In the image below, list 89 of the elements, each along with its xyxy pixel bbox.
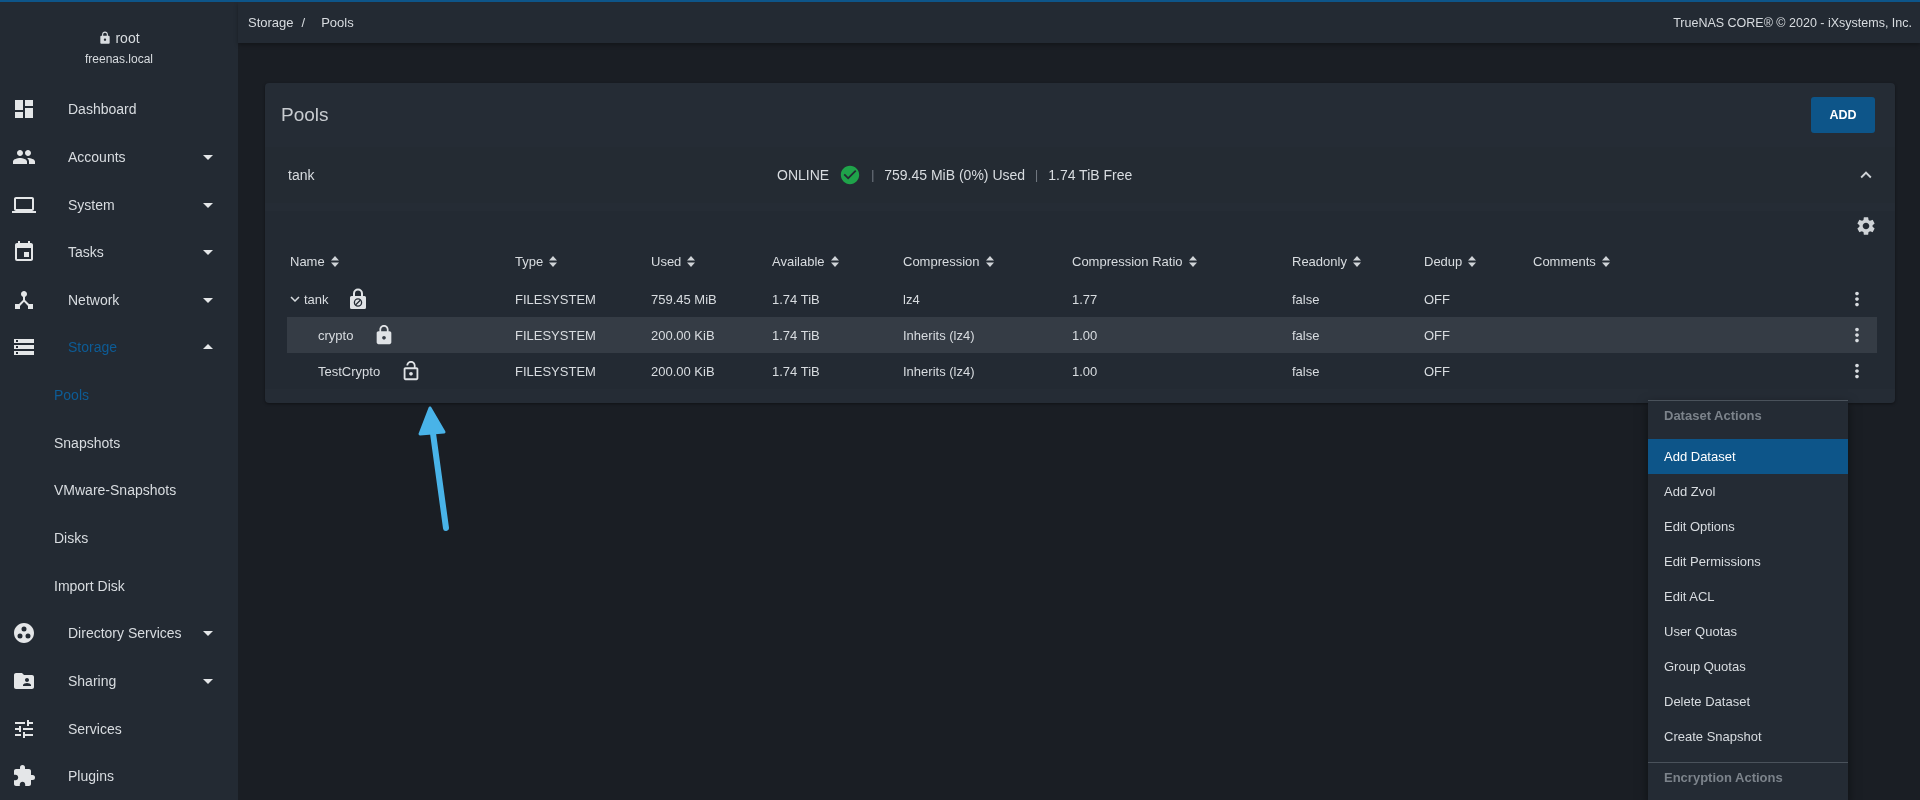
sort-icon[interactable] — [549, 255, 558, 267]
sidebar-item[interactable]: Sharing — [0, 657, 238, 705]
sidebar-item[interactable]: Network — [0, 276, 238, 324]
copyright-text: TrueNAS CORE® © 2020 - iXsystems, Inc. — [1673, 15, 1912, 30]
sidebar-item[interactable]: System — [0, 180, 238, 229]
table-cell-text: OFF — [1424, 291, 1451, 307]
table-cell-text: Inherits (lz4) — [903, 327, 976, 343]
sidebar-item[interactable]: Plugins — [0, 752, 238, 800]
table-cell-text: 1.74 TiB — [772, 363, 821, 379]
pool-name: tank — [288, 167, 316, 183]
table-cell-text: 200.00 KiB — [651, 327, 716, 343]
card-title: Pools — [281, 104, 329, 126]
table-cell-text: OFF — [1424, 363, 1451, 379]
table-row[interactable]: tank FILESYSTEM 759.45 MiB 1.74 TiB lz4 1.77 false OFF — [287, 281, 1877, 317]
table-cell-text: 200.00 KiB — [651, 363, 716, 379]
table-cell-text: Inherits (lz4) — [903, 363, 976, 379]
breadcrumb-link[interactable]: Pools — [321, 15, 354, 30]
divider-text: | — [1035, 168, 1039, 182]
sidebar-subitem[interactable]: VMware-Snapshots — [0, 466, 238, 515]
breadcrumb-separator: / — [301, 15, 306, 30]
menu-item[interactable]: Create Snapshot — [1648, 719, 1848, 754]
sidebar-item[interactable]: Services — [0, 704, 238, 753]
sort-icon[interactable] — [1188, 255, 1197, 267]
table-cell: TestCrypto — [318, 363, 381, 379]
table-cell-text: 1.00 — [1072, 327, 1099, 343]
column-header[interactable]: Available — [772, 253, 903, 269]
menu-section-title: Encryption Actions — [1663, 769, 1784, 787]
host-name: freenas.local — [84, 51, 153, 66]
table-row[interactable]: TestCrypto FILESYSTEM 200.00 KiB 1.74 TiB Inherits (lz4) 1.00 false OFF — [287, 353, 1877, 389]
column-header[interactable]: Dedup — [1424, 253, 1533, 269]
table-cell: crypto — [318, 327, 354, 343]
pool-header[interactable]: tank ONLINE | 759.45 MiB (0%) Used | 1.74 TiB Free — [265, 147, 1895, 203]
lock-icon — [98, 30, 113, 45]
sidebar-item[interactable]: Dashboard — [0, 85, 238, 134]
circles-icon — [12, 621, 36, 646]
column-header[interactable]: Compression Ratio — [1072, 253, 1292, 269]
table-cell-text: false — [1292, 291, 1321, 307]
sort-icon[interactable] — [1352, 255, 1361, 267]
menu-item[interactable]: Edit Options — [1648, 509, 1848, 544]
table-cell-text: 1.74 TiB — [772, 291, 821, 307]
table-cell-text: lz4 — [903, 291, 921, 307]
column-header[interactable]: Type — [515, 253, 651, 269]
sort-icon[interactable] — [330, 255, 339, 267]
sidebar-item[interactable]: Tasks — [0, 228, 238, 276]
table-cell-text: FILESYSTEM — [515, 327, 597, 343]
column-header[interactable]: Compression — [903, 253, 1072, 269]
table-cell-text: 1.77 — [1072, 291, 1099, 307]
menu-item[interactable]: Edit ACL — [1648, 579, 1848, 614]
sort-icon[interactable] — [1468, 255, 1477, 267]
sort-icon[interactable] — [687, 255, 696, 267]
puzzle-icon — [12, 764, 36, 789]
column-header[interactable]: Name — [290, 253, 515, 269]
table-cell-text: 1.00 — [1072, 363, 1099, 379]
sidebar-item[interactable]: Accounts — [0, 133, 238, 181]
sidebar-subitem[interactable]: Import Disk — [0, 561, 238, 610]
table-cell-text: false — [1292, 327, 1321, 343]
sort-icon[interactable] — [985, 255, 994, 267]
sort-icon[interactable] — [830, 255, 839, 267]
sort-icon[interactable] — [1601, 255, 1610, 267]
table-cell-text: 1.74 TiB — [772, 327, 821, 343]
table-cell-text: false — [1292, 363, 1321, 379]
pool-free: 1.74 TiB Free — [1048, 167, 1133, 183]
settings-icon[interactable] — [1855, 215, 1877, 237]
add-button[interactable]: ADD — [1811, 97, 1875, 133]
menu-item[interactable]: Group Quotas — [1648, 649, 1848, 684]
menu-item[interactable]: Delete Dataset — [1648, 684, 1848, 719]
menu-section-title: Dataset Actions — [1663, 407, 1763, 425]
column-header[interactable]: Readonly — [1292, 253, 1424, 269]
sidebar-subitem[interactable]: Disks — [0, 514, 238, 562]
user-name: root — [98, 29, 140, 46]
menu-item[interactable]: Add Zvol — [1648, 474, 1848, 509]
breadcrumb-link[interactable]: Storage — [248, 15, 294, 30]
divider-text: | — [871, 168, 875, 182]
pool-used: 759.45 MiB (0%) Used — [884, 167, 1026, 183]
column-header[interactable]: Comments — [1533, 253, 1837, 269]
table-cell-text: FILESYSTEM — [515, 363, 597, 379]
table-cell: tank — [304, 291, 329, 307]
table-cell-text: OFF — [1424, 327, 1451, 343]
lock-with-slash-icon — [348, 288, 367, 310]
pool-status: ONLINE — [777, 167, 830, 183]
menu-item[interactable]: Edit Permissions — [1648, 544, 1848, 579]
column-header[interactable]: Used — [651, 253, 772, 269]
sidebar-subitem[interactable]: Snapshots — [0, 418, 238, 467]
table-cell-text: FILESYSTEM — [515, 291, 597, 307]
menu-item[interactable]: User Quotas — [1648, 614, 1848, 649]
table-row[interactable]: crypto FILESYSTEM 200.00 KiB 1.74 TiB Inherits (lz4) 1.00 false OFF — [287, 317, 1877, 353]
table-cell-text: 759.45 MiB — [651, 291, 718, 307]
menu-item[interactable]: Add Dataset — [1648, 439, 1848, 474]
sidebar-item[interactable]: Directory Services — [0, 609, 238, 658]
